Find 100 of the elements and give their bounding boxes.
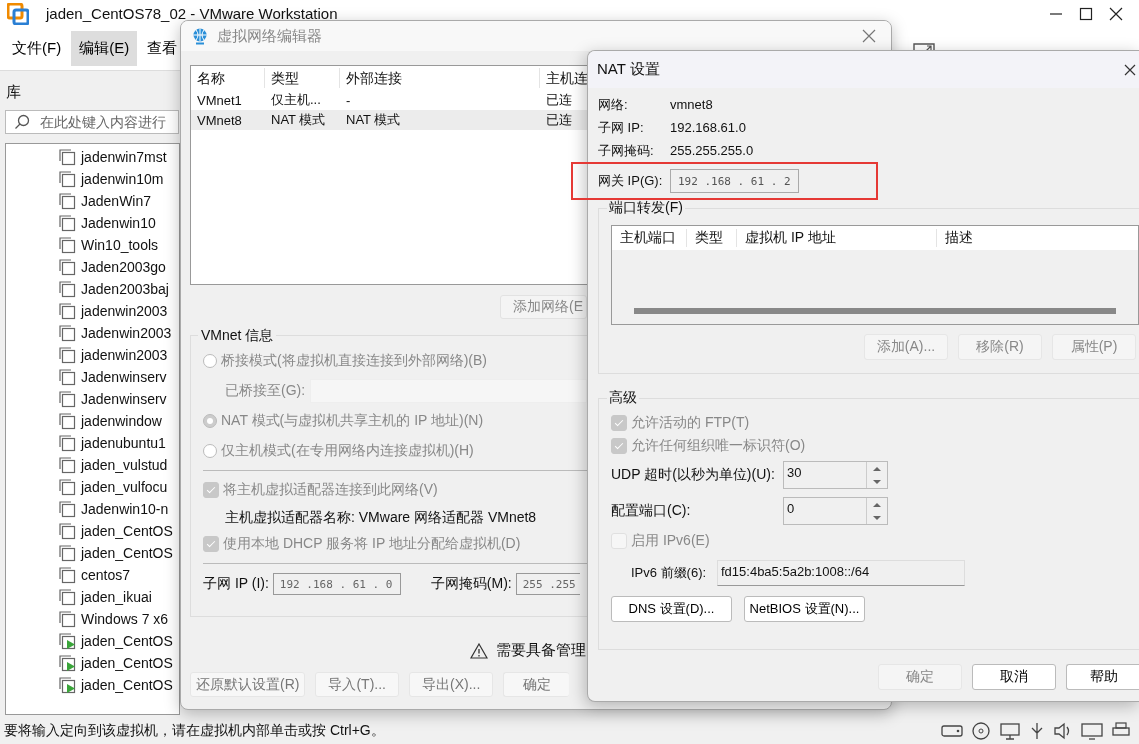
info-value: vmnet8 xyxy=(670,97,713,112)
menu-item[interactable]: 编辑(E) xyxy=(71,31,138,67)
table-cell-text: VMnet8 xyxy=(196,112,243,128)
disc-icon[interactable] xyxy=(971,721,991,740)
column-header[interactable]: 外部连接 xyxy=(340,68,540,88)
tree-item[interactable]: jaden_CentOS xyxy=(6,541,179,564)
ipv6-prefix-field[interactable]: fd15:4ba5:5a2b:1008::/64 xyxy=(717,560,965,586)
column-header[interactable]: 虚拟机 IP 地址 xyxy=(737,229,937,247)
menu-item[interactable]: 查看 xyxy=(139,31,186,67)
info-label: 子网掩码: xyxy=(598,141,655,160)
tree-item[interactable]: jadenwin2003 xyxy=(6,299,179,322)
close-icon[interactable] xyxy=(1124,63,1136,76)
tree-item[interactable]: jaden_vulstud xyxy=(6,453,179,476)
column-header[interactable]: 主机端口 xyxy=(612,229,687,247)
field-label: 子网掩码(M): xyxy=(430,575,512,593)
vm-name: Jaden2003go xyxy=(81,258,166,275)
dialog-button[interactable]: 确定 xyxy=(503,672,570,697)
vm-name: jadenubuntu1 xyxy=(81,434,166,451)
library-title: 库 xyxy=(6,82,21,102)
menu-item[interactable]: 文件(F) xyxy=(4,31,70,67)
vm-name: Windows 7 x6 xyxy=(81,610,169,627)
info-value: 255.255.255.0 xyxy=(670,143,754,158)
field-label: 配置端口(C): xyxy=(611,502,692,520)
tree-item[interactable]: jadenwin10m xyxy=(6,167,179,190)
vm-name: jaden_CentOS xyxy=(81,676,173,693)
tree-item[interactable]: Win10_tools xyxy=(6,233,179,256)
field-label: IPv6 前缀(6): xyxy=(630,564,708,582)
vm-name: jadenwin2003 xyxy=(81,302,168,319)
warning-icon xyxy=(470,642,488,659)
scrollbar[interactable] xyxy=(634,308,1116,314)
search-field[interactable]: 在此处键入内容进行 xyxy=(5,109,179,134)
vm-name: jaden_CentOS xyxy=(81,632,173,649)
tree-item[interactable]: jaden_CentOS xyxy=(6,673,179,696)
dialog-button[interactable]: DNS 设置(D)... xyxy=(611,596,732,622)
field-label: UDP 超时(以秒为单位)(U): xyxy=(611,466,776,484)
tree-item[interactable]: Jaden2003go xyxy=(6,255,179,278)
adapter-name-text: 主机虚拟适配器名称: VMware 网络适配器 VMnet8 xyxy=(224,508,537,527)
dialog-button[interactable]: NetBIOS 设置(N)... xyxy=(744,596,865,622)
tree-item[interactable]: Windows 7 x6 xyxy=(6,607,179,630)
tree-item[interactable]: Jadenwinserv xyxy=(6,387,179,410)
dialog-button[interactable]: 取消 xyxy=(972,664,1056,690)
tree-item[interactable]: jadenubuntu1 xyxy=(6,431,179,454)
vm-name: Jadenwinserv xyxy=(81,368,167,385)
column-header[interactable]: 描述 xyxy=(937,229,1138,247)
number-spinner[interactable]: 0 xyxy=(783,497,888,525)
tree-item[interactable]: Jadenwin2003 xyxy=(6,321,179,344)
checkbox-label: 将主机虚拟适配器连接到此网络(V) xyxy=(223,481,438,499)
tree-item[interactable]: jadenwindow xyxy=(6,409,179,432)
dialog-button[interactable]: 帮助 xyxy=(1066,664,1139,690)
vm-name: jaden_vulstud xyxy=(81,456,168,473)
dialog-button[interactable]: 导入(T)... xyxy=(315,672,399,697)
field-label: 网关 IP(G): xyxy=(598,172,664,190)
vm-name: jadenwin2003 xyxy=(81,346,168,363)
tree-item[interactable]: jaden_CentOS xyxy=(6,519,179,542)
warning-text: 需要具备管理 xyxy=(496,641,586,660)
tree-item[interactable]: Jadenwin10 xyxy=(6,211,179,234)
maximize-icon[interactable] xyxy=(1079,6,1093,21)
tree-item[interactable]: Jadenwin10-n xyxy=(6,497,179,520)
gateway-ip-field[interactable]: 192 .168 . 61 . 2 xyxy=(670,169,799,193)
tree-item[interactable]: Jadenwinserv xyxy=(6,365,179,388)
checkbox-label: 允许任何组织唯一标识符(O) xyxy=(631,436,806,455)
vm-name: jadenwin10m xyxy=(81,170,164,187)
tree-item[interactable]: jaden_vulfocu xyxy=(6,475,179,498)
column-header[interactable]: 类型 xyxy=(265,68,340,88)
vm-name: jaden_vulfocu xyxy=(81,478,168,495)
close-icon[interactable] xyxy=(1109,6,1123,21)
window-title: jaden_CentOS78_02 - VMware Workstation xyxy=(46,5,338,23)
app-logo-icon xyxy=(7,2,29,25)
globe-icon xyxy=(191,27,209,45)
tree-item[interactable]: jaden_ikuai xyxy=(6,585,179,608)
number-spinner[interactable]: 30 xyxy=(783,461,888,489)
tree-item[interactable]: centos7 xyxy=(6,563,179,586)
vm-name: jadenwindow xyxy=(81,412,162,429)
vm-name: jadenwin7mst xyxy=(81,148,167,165)
monitor-icon[interactable] xyxy=(1081,721,1103,740)
table-cell-text: 已连 xyxy=(545,91,573,109)
tree-item[interactable]: jaden_CentOS xyxy=(6,629,179,652)
table-cell-text: 仅主机... xyxy=(270,91,322,109)
group-title: 高级 xyxy=(607,389,639,407)
tree-item[interactable]: JadenWin7 xyxy=(6,189,179,212)
column-header[interactable]: 类型 xyxy=(687,229,737,247)
tree-item[interactable]: jaden_CentOS xyxy=(6,651,179,674)
table-cell-text: NAT 模式 xyxy=(270,111,327,129)
group-title: VMnet 信息 xyxy=(198,327,277,345)
search-icon xyxy=(14,113,30,130)
vm-name: Win10_tools xyxy=(81,236,159,253)
dialog-title: 虚拟网络编辑器 xyxy=(217,26,322,46)
dialog-button[interactable]: 还原默认设置(R) xyxy=(190,672,306,697)
tree-item[interactable]: jadenwin7mst xyxy=(6,145,179,168)
vm-name: Jadenwin2003 xyxy=(81,324,172,341)
tree-item[interactable]: jadenwin2003 xyxy=(6,343,179,366)
table-cell-text: - xyxy=(345,92,352,108)
tree-item[interactable]: Jaden2003baj xyxy=(6,277,179,300)
dialog-button[interactable]: 导出(X)... xyxy=(409,672,494,697)
field-label: 已桥接至(G): xyxy=(225,382,306,400)
vm-name: jaden_CentOS xyxy=(81,544,173,561)
checkbox-label: 启用 IPv6(E) xyxy=(631,531,710,550)
vm-name: jaden_CentOS xyxy=(81,522,173,539)
vm-name: JadenWin7 xyxy=(81,192,152,209)
column-header[interactable]: 名称 xyxy=(191,68,265,88)
